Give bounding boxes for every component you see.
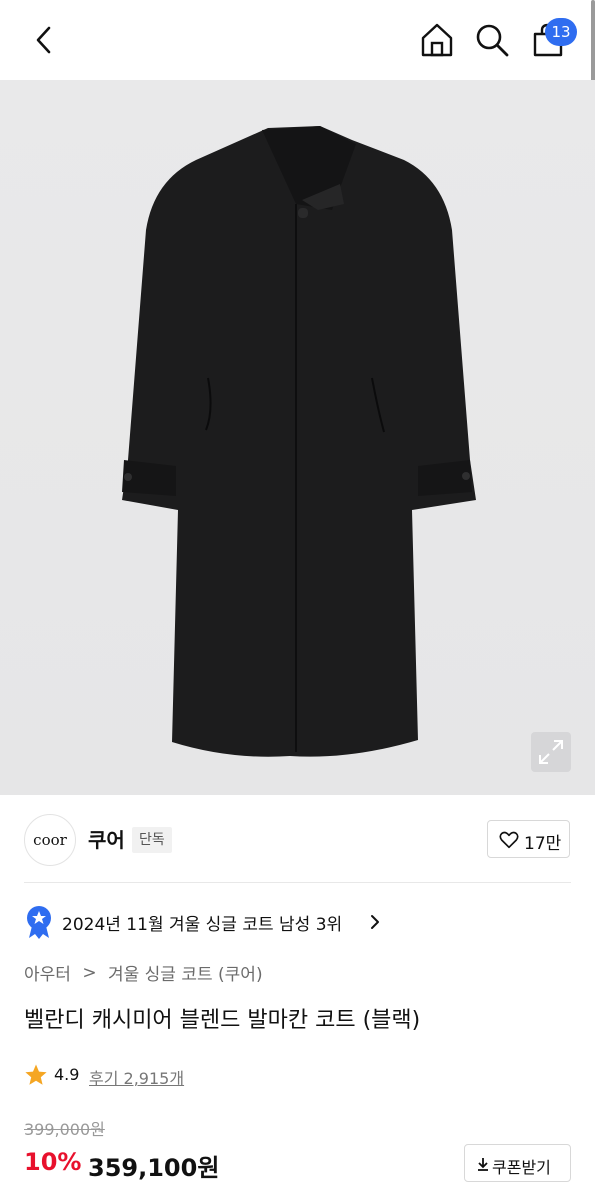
- brand-logo[interactable]: coor: [24, 814, 76, 866]
- discount-rate: 10%: [24, 1148, 82, 1176]
- top-navigation-bar: 13: [0, 0, 595, 80]
- heart-icon: [499, 831, 519, 849]
- chevron-left-icon[interactable]: [22, 18, 66, 62]
- divider: [24, 882, 571, 883]
- download-icon: [478, 1158, 488, 1171]
- expand-button[interactable]: [531, 732, 571, 772]
- search-icon[interactable]: [472, 20, 512, 60]
- star-icon: [25, 1064, 47, 1085]
- ranking-medal-icon: [27, 906, 51, 939]
- exclusive-tag: 단독: [132, 827, 172, 853]
- chevron-right-icon: [371, 915, 379, 929]
- brand-row: coor 쿠어 단독 17만: [0, 800, 595, 882]
- breadcrumb: 아우터 > 겨울 싱글 코트 (쿠어): [24, 960, 263, 986]
- ranking-text: 2024년 11월 겨울 싱글 코트 남성 3위: [62, 915, 343, 935]
- coupon-button[interactable]: 쿠폰받기: [464, 1144, 571, 1182]
- ranking-banner[interactable]: 2024년 11월 겨울 싱글 코트 남성 3위: [24, 904, 571, 940]
- brand-name[interactable]: 쿠어: [88, 824, 125, 853]
- cart-count-badge: 13: [545, 18, 577, 46]
- sale-price: 359,100원: [88, 1154, 220, 1182]
- scrollbar[interactable]: [591, 0, 595, 90]
- breadcrumb-separator: >: [82, 962, 97, 983]
- like-count: 17만: [524, 834, 562, 854]
- original-price: 399,000원: [24, 1120, 105, 1139]
- product-title: 벨란디 캐시미어 블렌드 발마칸 코트 (블랙): [24, 1008, 421, 1033]
- product-image[interactable]: [0, 80, 595, 795]
- coupon-label: 쿠폰받기: [492, 1158, 551, 1177]
- home-icon[interactable]: [417, 20, 457, 60]
- expand-icon: [539, 740, 563, 764]
- like-button[interactable]: 17만: [487, 820, 570, 858]
- rating-score: 4.9: [54, 1065, 80, 1084]
- coat-image: [122, 126, 476, 757]
- review-count-link[interactable]: 후기 2,915개: [89, 1065, 184, 1089]
- breadcrumb-item-category[interactable]: 겨울 싱글 코트 (쿠어): [108, 960, 263, 985]
- breadcrumb-item-outer[interactable]: 아우터: [24, 960, 71, 985]
